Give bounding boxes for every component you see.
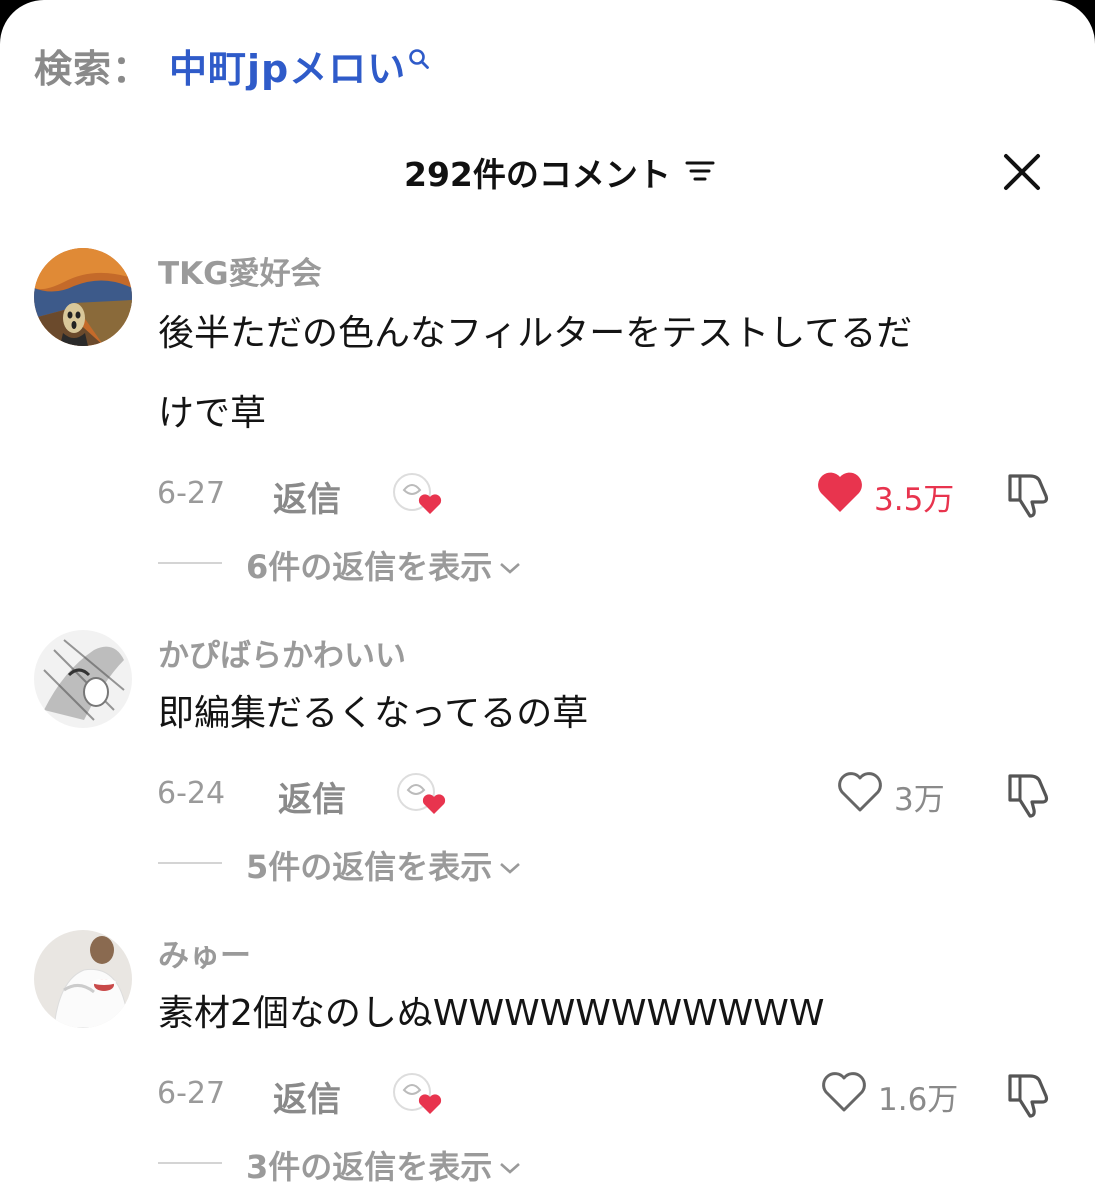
- reply-button[interactable]: 返信: [273, 1072, 341, 1121]
- avatar[interactable]: [34, 930, 132, 1028]
- view-replies[interactable]: 5件の返信を表示: [0, 842, 1095, 886]
- heart-outline-icon: [820, 1070, 868, 1122]
- heart-outline-icon: [836, 770, 884, 822]
- thumbs-down-icon[interactable]: [1002, 1070, 1052, 1122]
- view-replies-label: 6件の返信を表示: [246, 548, 493, 586]
- comment-date: 6-27: [157, 476, 226, 511]
- divider: [158, 862, 222, 864]
- avatar[interactable]: [34, 248, 132, 346]
- chevron-down-icon: [498, 846, 522, 884]
- thumbs-down-icon[interactable]: [1002, 770, 1052, 822]
- divider: [158, 562, 222, 564]
- like-count: 3万: [894, 781, 945, 818]
- username[interactable]: TKG愛好会: [158, 248, 322, 293]
- comment-count-title: 292件のコメント: [404, 155, 671, 194]
- creator-liked-icon: [396, 772, 446, 814]
- comment-text-line: 後半ただの色んなフィルターをテストしてるだ: [158, 313, 913, 354]
- comment-meta: 6-24 返信 3万: [0, 770, 1095, 820]
- heart-filled-icon: [816, 470, 864, 522]
- username[interactable]: みゅー: [158, 930, 251, 975]
- username[interactable]: かぴばらかわいい: [158, 630, 406, 675]
- search-label: 検索：: [34, 47, 152, 91]
- view-replies-label: 3件の返信を表示: [246, 1148, 493, 1186]
- view-replies[interactable]: 3件の返信を表示: [0, 1142, 1095, 1186]
- thumbs-down-icon[interactable]: [1002, 470, 1052, 522]
- search-query-link[interactable]: 中町jpメロい: [169, 38, 406, 93]
- chevron-down-icon: [498, 546, 522, 584]
- sort-filter-icon[interactable]: [685, 153, 715, 192]
- like-button[interactable]: 3万: [836, 770, 945, 822]
- chevron-down-icon: [498, 1146, 522, 1184]
- comments-title: 292件のコメント: [404, 148, 715, 196]
- comment-meta: 6-27 返信 3.5万: [0, 470, 1095, 520]
- comments-header: 292件のコメント: [0, 148, 1095, 198]
- comment-text: 即編集だるくなってるの草: [158, 674, 1038, 754]
- comment-text: 後半ただの色んなフィルターをテストしてるだ けで草: [158, 294, 1038, 454]
- view-replies-link[interactable]: 6件の返信を表示: [246, 542, 522, 588]
- like-button[interactable]: 1.6万: [820, 1070, 958, 1122]
- search-suggestion[interactable]: 検索： 中町jpメロい: [34, 38, 430, 93]
- comment-date: 6-27: [157, 1076, 226, 1111]
- view-replies-link[interactable]: 3件の返信を表示: [246, 1142, 522, 1188]
- comment-meta: 6-27 返信 1.6万: [0, 1070, 1095, 1120]
- creator-liked-icon: [392, 1072, 442, 1114]
- avatar[interactable]: [34, 630, 132, 728]
- comment-text-line: 即編集だるくなってるの草: [158, 693, 589, 734]
- like-button[interactable]: 3.5万: [816, 470, 954, 522]
- divider: [158, 1162, 222, 1164]
- like-count: 3.5万: [874, 481, 955, 518]
- close-icon[interactable]: [1002, 152, 1042, 196]
- reply-button[interactable]: 返信: [273, 472, 341, 521]
- reply-button[interactable]: 返信: [278, 772, 346, 821]
- comment-date: 6-24: [157, 776, 226, 811]
- creator-liked-icon: [392, 472, 442, 514]
- view-replies[interactable]: 6件の返信を表示: [0, 542, 1095, 586]
- comment-text-line: けで草: [158, 393, 267, 434]
- view-replies-link[interactable]: 5件の返信を表示: [246, 842, 522, 888]
- comment-text: 素材2個なのしぬWWWWWWWWWWW: [158, 974, 1038, 1054]
- like-count: 1.6万: [878, 1081, 959, 1118]
- comment-text-line: 素材2個なのしぬWWWWWWWWWWW: [158, 993, 825, 1034]
- view-replies-label: 5件の返信を表示: [246, 848, 493, 886]
- comments-sheet: 検索： 中町jpメロい 292件のコメント TKG愛好会 後半ただの色んなフィル…: [0, 0, 1095, 1200]
- search-icon: [408, 35, 430, 79]
